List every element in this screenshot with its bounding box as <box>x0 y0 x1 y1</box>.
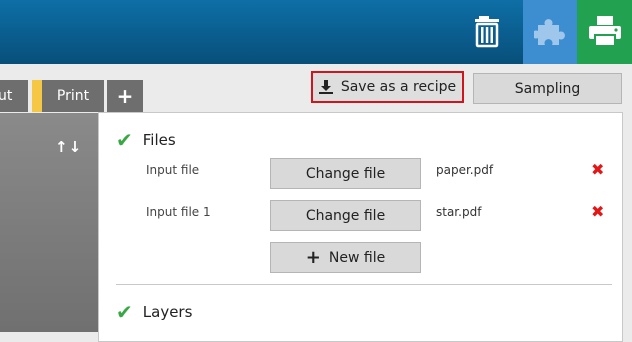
change-file-label: Change file <box>305 165 386 182</box>
print-button[interactable] <box>577 0 632 64</box>
plus-icon: + <box>116 84 134 108</box>
trash-icon[interactable] <box>471 14 503 48</box>
new-file-label: New file <box>328 249 386 266</box>
files-title: Files <box>142 131 176 149</box>
save-as-recipe-label: Save as a recipe <box>340 79 457 95</box>
input-file-label: Input file <box>146 163 200 177</box>
puzzle-icon <box>534 19 565 45</box>
tab-label: Print <box>56 88 90 104</box>
tab-label: ut <box>0 88 13 104</box>
puzzle-button[interactable] <box>523 0 577 64</box>
change-file-button[interactable]: Change file <box>270 200 421 231</box>
check-icon: ✔ <box>116 128 133 152</box>
layers-section-title[interactable]: ✔ Layers <box>116 302 192 322</box>
files-section-title[interactable]: ✔ Files <box>116 130 176 150</box>
left-panel <box>0 113 98 332</box>
sampling-button[interactable]: Sampling <box>473 73 622 104</box>
new-file-button[interactable]: + New file <box>270 242 421 273</box>
check-icon: ✔ <box>116 300 133 324</box>
save-as-recipe-button[interactable]: Save as a recipe <box>311 71 464 103</box>
file-name: star.pdf <box>436 205 482 219</box>
tab-print[interactable]: Print <box>32 80 104 112</box>
tab-layout[interactable]: ut <box>0 80 28 112</box>
reorder-arrows-icon[interactable]: ↑↓ <box>55 138 82 156</box>
remove-file-icon[interactable]: ✖ <box>591 202 604 221</box>
input-file-label: Input file 1 <box>146 205 211 219</box>
download-icon <box>318 80 333 94</box>
layers-title: Layers <box>142 303 193 321</box>
sampling-label: Sampling <box>514 80 581 97</box>
remove-file-icon[interactable]: ✖ <box>591 160 604 179</box>
section-divider <box>116 284 612 285</box>
top-bar <box>0 0 632 64</box>
plus-icon: + <box>305 246 321 268</box>
add-tab-button[interactable]: + <box>107 80 143 112</box>
change-file-label: Change file <box>305 207 386 224</box>
file-name: paper.pdf <box>436 163 494 177</box>
change-file-button[interactable]: Change file <box>270 158 421 189</box>
printer-icon <box>589 16 621 47</box>
